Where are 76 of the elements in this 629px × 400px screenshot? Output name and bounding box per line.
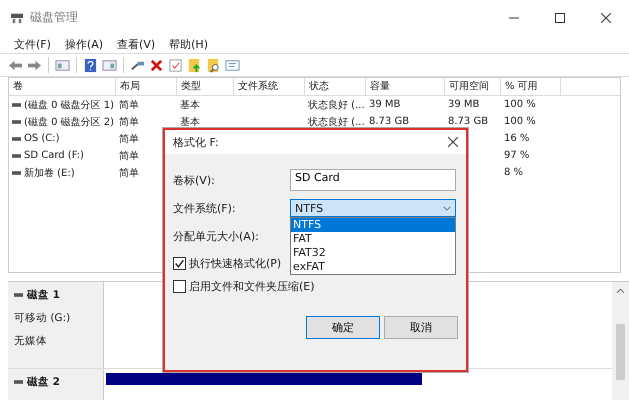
scroll-up-icon[interactable] xyxy=(616,288,625,294)
checkbox[interactable] xyxy=(173,280,186,293)
table-cell: 8 % xyxy=(504,167,524,178)
table-cell: 8.73 GB xyxy=(369,116,410,127)
disk-detail: 无媒体 xyxy=(14,334,48,348)
table-cell: 8.73 GB xyxy=(448,116,488,127)
table-cell-text: 简单 xyxy=(119,116,139,128)
table-cell-text: 状态良好 (... xyxy=(308,116,365,128)
volume-icon xyxy=(12,154,21,158)
field-label: 分配单元大小(A): xyxy=(173,228,260,244)
column-header[interactable]: 布局 xyxy=(116,78,177,95)
table-cell-text: 新加卷 (E:) xyxy=(24,166,75,180)
panel-icon[interactable] xyxy=(102,58,117,72)
disk-management-icon xyxy=(10,12,24,24)
menu-item[interactable]: 文件(F) xyxy=(14,36,51,52)
folder-search-icon[interactable] xyxy=(206,58,221,72)
field-label: 卷标(V): xyxy=(173,172,216,188)
volume-icon xyxy=(12,102,21,106)
dialog-button[interactable]: 取消 xyxy=(384,316,458,339)
table-cell-text: (磁盘 0 磁盘分区 1) xyxy=(24,98,114,112)
checklist-icon[interactable] xyxy=(168,58,183,72)
table-cell-text: 简单 xyxy=(119,150,139,162)
properties-icon[interactable] xyxy=(225,58,240,72)
dropdown-option[interactable]: FAT xyxy=(291,232,455,246)
column-header[interactable]: 可用空间 xyxy=(445,78,501,95)
dialog-title: 格式化 F: xyxy=(173,134,219,150)
help-icon[interactable] xyxy=(83,58,98,72)
delete-icon[interactable] xyxy=(149,58,164,72)
column-header[interactable]: 状态 xyxy=(305,78,366,95)
table-cell: 16 % xyxy=(504,133,530,144)
window-title: 磁盘管理 xyxy=(30,9,78,26)
file-system-dropdown[interactable]: NTFS xyxy=(290,199,456,217)
table-cell-text: 简单 xyxy=(119,98,139,112)
table-cell: 39 MB xyxy=(448,99,480,110)
column-header[interactable]: % 可用 xyxy=(501,78,561,95)
close-icon[interactable] xyxy=(448,137,458,147)
volume-label-field[interactable]: SD Card xyxy=(290,169,456,191)
volume-icon xyxy=(12,136,21,140)
table-cell-text: 基本 xyxy=(180,98,200,112)
disk-detail: 可移动 (G:) xyxy=(14,311,72,325)
chevron-down-icon xyxy=(443,206,451,210)
volume-icon xyxy=(12,170,21,174)
maximize-icon[interactable] xyxy=(555,12,565,22)
dropdown-option[interactable]: NTFS xyxy=(291,218,455,232)
disk-name: 磁盘 1 xyxy=(27,288,60,302)
table-cell: OS (C:) xyxy=(24,133,60,144)
close-icon[interactable] xyxy=(601,12,611,22)
checkbox-label: 执行快速格式化(P) xyxy=(189,256,282,271)
disk-name: 磁盘 2 xyxy=(27,375,60,389)
dropdown-option[interactable]: exFAT xyxy=(291,260,455,274)
field-label: 文件系统(F): xyxy=(173,200,237,216)
table-cell-text: 简单 xyxy=(119,132,139,146)
column-header[interactable]: 文件系统 xyxy=(234,78,305,95)
panel-icon[interactable] xyxy=(55,58,70,72)
table-cell: 100 % xyxy=(504,116,536,127)
table-cell-text: (磁盘 0 磁盘分区 2) xyxy=(24,116,114,128)
table-cell: 100 % xyxy=(504,99,536,110)
table-cell: SD Card (F:) xyxy=(24,150,84,161)
column-header[interactable]: 类型 xyxy=(177,78,234,95)
checkbox[interactable] xyxy=(173,257,186,270)
menu-item[interactable]: 帮助(H) xyxy=(169,36,208,52)
column-header[interactable]: 容量 xyxy=(366,78,445,95)
table-cell: 39 MB xyxy=(369,99,400,110)
table-cell-text: 基本 xyxy=(180,116,200,128)
scrollbar[interactable] xyxy=(612,282,629,400)
table-cell: 97 % xyxy=(504,150,530,161)
menu-item[interactable]: 查看(V) xyxy=(117,36,156,52)
dropdown-option[interactable]: FAT32 xyxy=(291,246,455,260)
checkbox-label: 启用文件和文件夹压缩(E) xyxy=(189,279,315,294)
menu-item[interactable]: 操作(A) xyxy=(64,36,104,52)
dialog-button[interactable]: 确定 xyxy=(306,316,380,339)
volume-icon xyxy=(12,120,21,124)
table-cell-text: 简单 xyxy=(119,166,139,180)
folder-up-icon[interactable] xyxy=(187,58,202,72)
column-header[interactable]: 卷 xyxy=(9,78,116,95)
table-cell-text: 状态良好 (... xyxy=(308,98,365,112)
